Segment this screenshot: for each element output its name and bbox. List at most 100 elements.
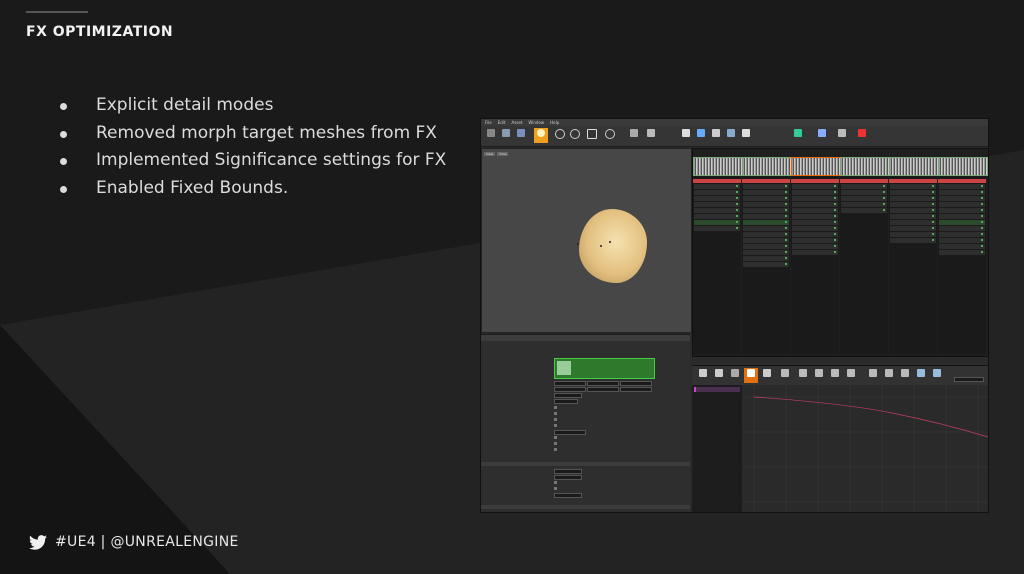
curve-graph-svg — [742, 385, 988, 512]
menu-help[interactable]: Help — [550, 120, 559, 125]
user-tangent-icon[interactable] — [796, 368, 810, 383]
regen-lod-icon[interactable] — [644, 128, 658, 143]
field[interactable] — [587, 381, 619, 386]
twitter-bird-icon — [29, 534, 47, 550]
required-module[interactable] — [742, 179, 790, 183]
add-lod-after-icon[interactable] — [739, 128, 753, 143]
horizontal-fit-icon[interactable] — [696, 368, 710, 383]
curve-graph[interactable] — [742, 385, 988, 512]
higher-lod-icon[interactable] — [679, 128, 693, 143]
particle-spark — [577, 243, 579, 245]
undo-icon[interactable] — [553, 128, 567, 143]
fit-all-icon[interactable] — [728, 368, 742, 383]
emitter-column[interactable] — [889, 157, 939, 354]
field[interactable] — [620, 387, 652, 392]
restart-sim-icon[interactable] — [514, 128, 528, 143]
curve-editor-panel — [692, 365, 988, 512]
emitter-column[interactable] — [840, 157, 890, 354]
linear-icon[interactable] — [828, 368, 842, 383]
save-icon[interactable] — [484, 128, 498, 143]
field[interactable] — [554, 469, 582, 474]
lower-lod-icon[interactable] — [709, 128, 723, 143]
module-row[interactable] — [890, 238, 936, 244]
checkbox[interactable] — [554, 406, 557, 409]
slide-title: FX OPTIMIZATION — [26, 24, 174, 40]
emitter-thumb — [840, 157, 890, 176]
section-header[interactable] — [481, 505, 690, 509]
particle-spark — [600, 245, 602, 247]
add-lod-icon-2[interactable] — [791, 128, 805, 143]
checkbox[interactable] — [554, 481, 557, 484]
checkbox[interactable] — [554, 418, 557, 421]
viewport-tab-time[interactable]: Time — [497, 152, 509, 156]
checkbox[interactable] — [554, 442, 557, 445]
checkbox[interactable] — [554, 487, 557, 490]
field[interactable] — [554, 381, 586, 386]
menu-edit[interactable]: Edit — [498, 120, 506, 125]
thumbnail-icon[interactable] — [534, 128, 548, 143]
delete-tab-icon[interactable] — [930, 368, 944, 383]
module-row[interactable] — [939, 250, 985, 256]
break-tangent-icon[interactable] — [812, 368, 826, 383]
curve-track[interactable] — [694, 387, 740, 392]
field[interactable] — [587, 387, 619, 392]
bullet-item: Explicit detail modes — [60, 92, 446, 120]
module-row[interactable] — [694, 226, 740, 232]
bullet-item: Removed morph target meshes from FX — [60, 120, 446, 148]
checkbox[interactable] — [554, 436, 557, 439]
show-all-icon[interactable] — [898, 368, 912, 383]
add-lod-icon[interactable] — [694, 128, 708, 143]
menu-asset[interactable]: Asset — [511, 120, 522, 125]
bullet-list: Explicit detail modes Removed morph targ… — [60, 92, 446, 202]
module-row[interactable] — [792, 250, 838, 256]
required-module[interactable] — [693, 179, 741, 183]
checkbox[interactable] — [554, 448, 557, 451]
straighten-icon[interactable] — [882, 368, 896, 383]
browse-icon[interactable] — [499, 128, 513, 143]
menu-file[interactable]: File — [485, 120, 492, 125]
field[interactable] — [620, 381, 652, 386]
vertical-fit-icon[interactable] — [712, 368, 726, 383]
background-color-icon[interactable] — [627, 128, 641, 143]
checkbox[interactable] — [554, 424, 557, 427]
field[interactable] — [554, 475, 582, 480]
flatten-icon[interactable] — [866, 368, 880, 383]
emitter-column[interactable] — [938, 157, 988, 354]
current-tab-dropdown[interactable] — [954, 377, 984, 382]
required-module[interactable] — [840, 179, 888, 183]
lowest-lod-icon[interactable] — [724, 128, 738, 143]
auto-tangent-icon[interactable] — [778, 368, 792, 383]
constant-icon[interactable] — [844, 368, 858, 383]
viewport-tab-view[interactable]: View — [484, 152, 496, 156]
emitter-column[interactable] — [791, 157, 841, 354]
field[interactable] — [554, 430, 586, 435]
emitter-thumb — [742, 157, 792, 176]
module-row[interactable] — [841, 208, 887, 214]
emitter-column[interactable] — [693, 157, 743, 354]
delete-lod-icon[interactable] — [855, 128, 869, 143]
redo-icon[interactable] — [568, 128, 582, 143]
required-module[interactable] — [791, 179, 839, 183]
required-module[interactable] — [938, 179, 986, 183]
field[interactable] — [554, 393, 582, 398]
highest-lod-icon[interactable] — [815, 128, 829, 143]
emitter-column[interactable] — [742, 157, 792, 354]
emitter-thumb — [791, 157, 841, 176]
required-module[interactable] — [889, 179, 937, 183]
module-row[interactable] — [743, 262, 789, 268]
zoom-mode-icon[interactable] — [760, 368, 774, 383]
checkbox[interactable] — [554, 412, 557, 415]
field[interactable] — [554, 493, 582, 498]
particle-viewport[interactable]: View Time — [481, 148, 692, 333]
field[interactable] — [554, 399, 578, 404]
bullet-text: Enabled Fixed Bounds. — [96, 177, 289, 198]
pan-mode-icon[interactable] — [744, 368, 758, 383]
bounds-icon[interactable] — [585, 128, 599, 143]
regen-icon[interactable] — [835, 128, 849, 143]
details-header — [481, 335, 690, 341]
field[interactable] — [554, 387, 586, 392]
create-tab-icon[interactable] — [914, 368, 928, 383]
menu-window[interactable]: Window — [528, 120, 544, 125]
origin-axis-icon[interactable] — [603, 128, 617, 143]
section-header[interactable] — [481, 462, 690, 466]
